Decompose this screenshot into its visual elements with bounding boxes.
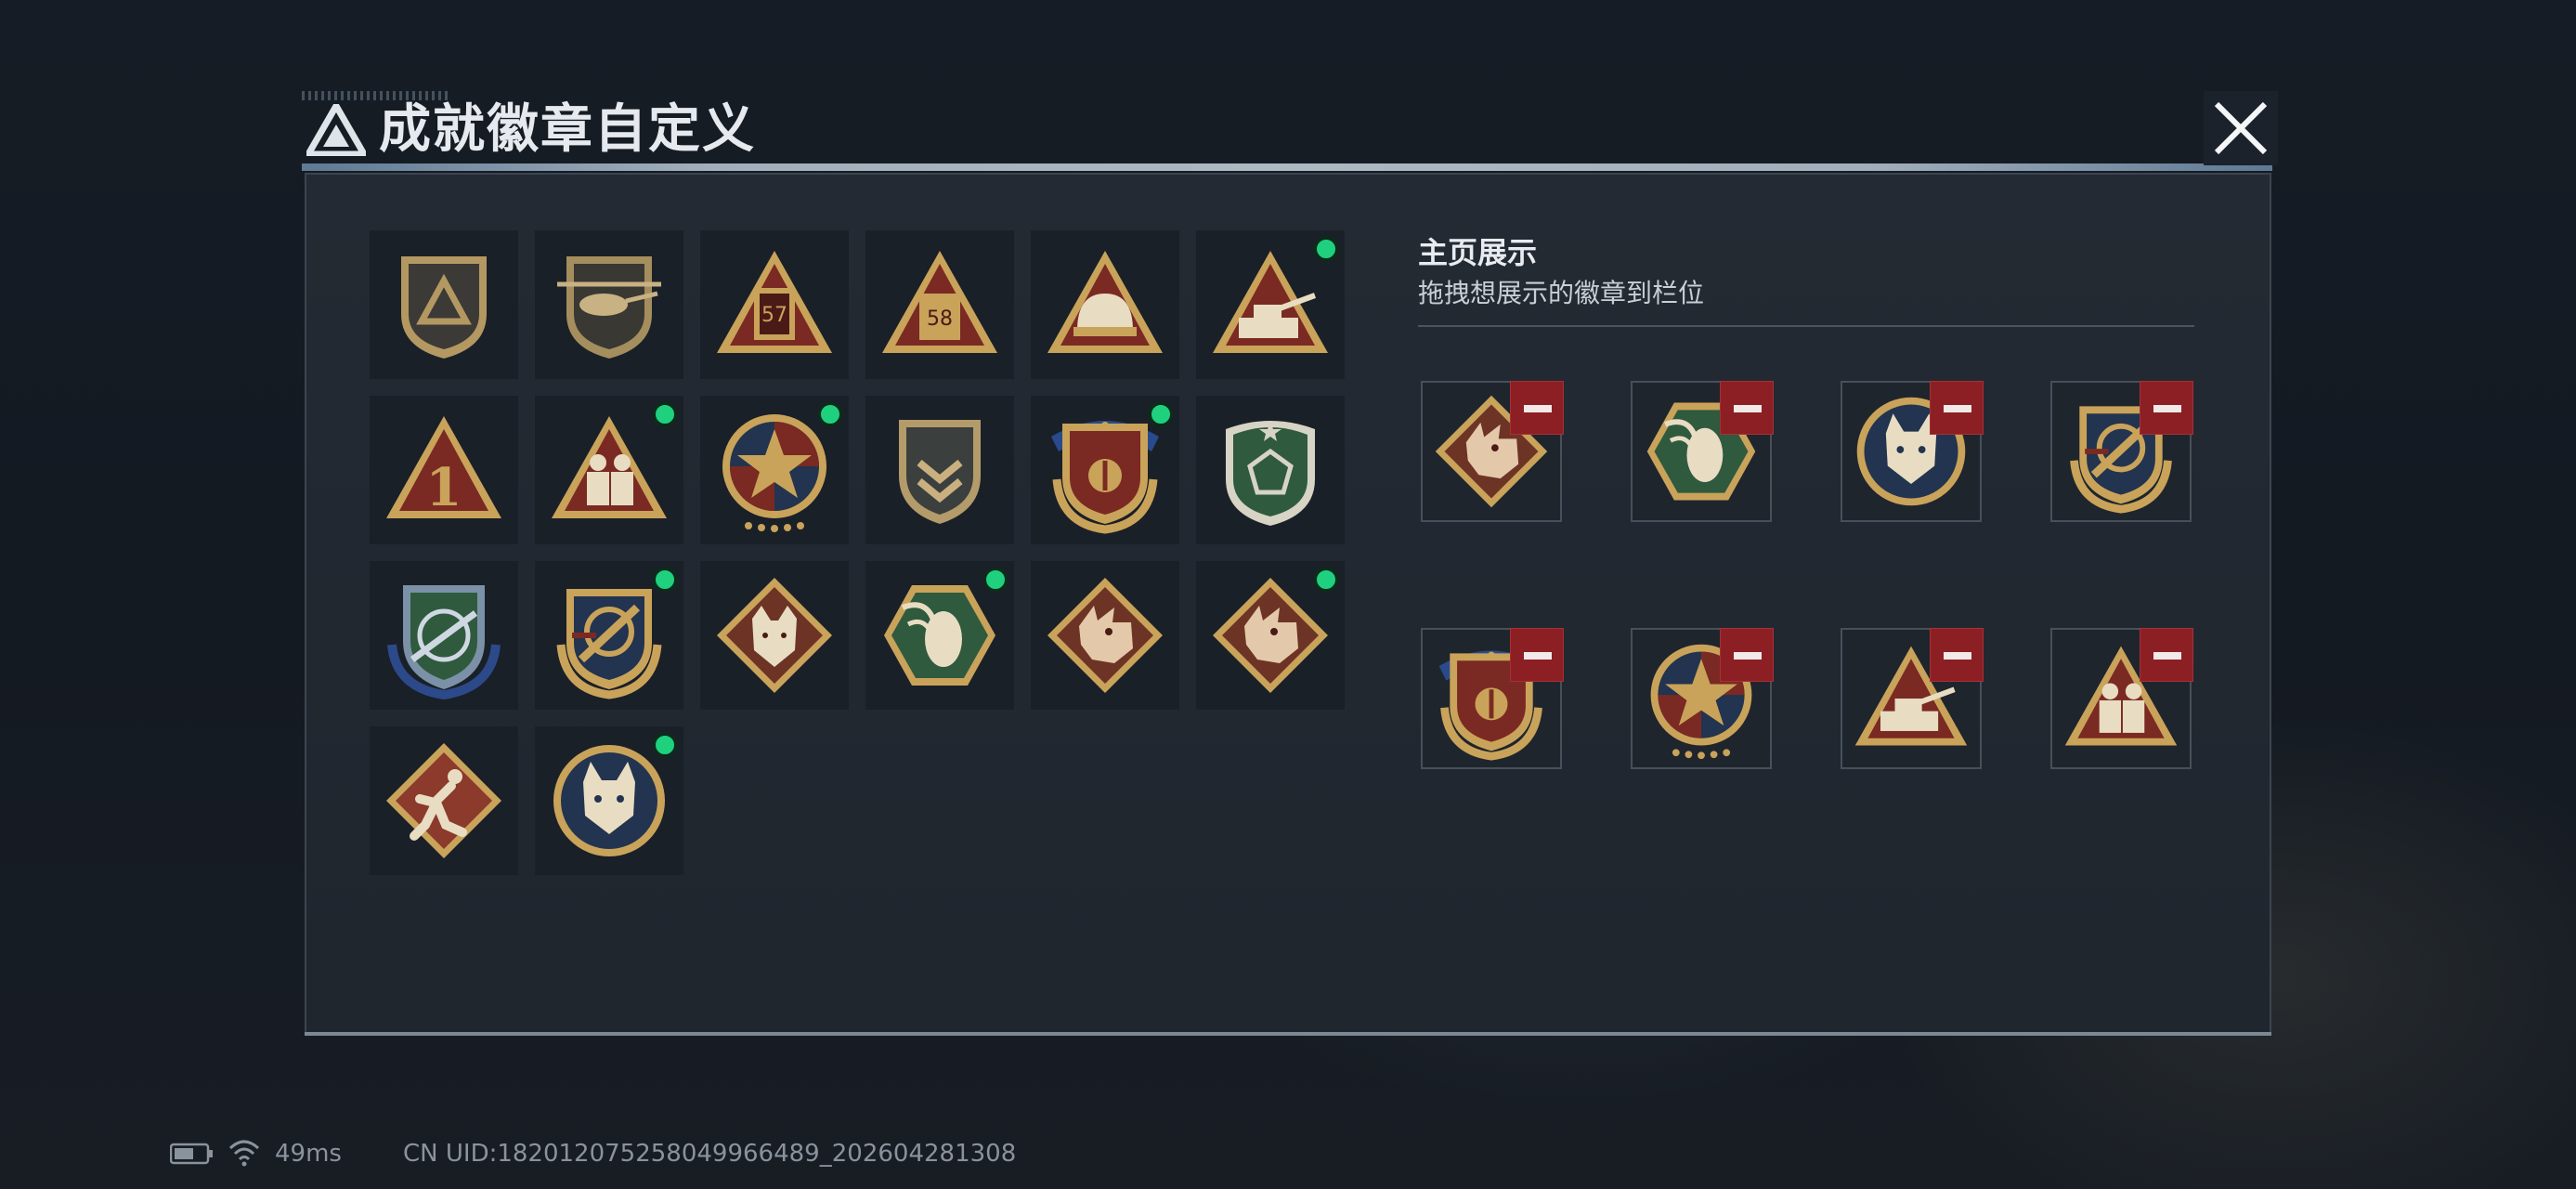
- close-icon: [2214, 101, 2268, 155]
- shield-triangle-badge-icon: [401, 256, 487, 359]
- runner-diamond-badge-icon: [386, 743, 501, 858]
- sniper-shield-badge-icon: [387, 585, 501, 700]
- remove-badge-button[interactable]: [1510, 381, 1564, 435]
- chevron-shield-badge-icon: [899, 420, 981, 524]
- battery-icon: [170, 1143, 213, 1165]
- new-badge-dot: [1148, 401, 1174, 427]
- header-underline: [302, 163, 2272, 171]
- star-medal-badge-icon: [722, 414, 826, 532]
- new-badge-dot: [652, 732, 678, 758]
- dragon-diamond-badge-icon: [1047, 578, 1163, 693]
- helmet-triangle-badge-icon: [1047, 251, 1163, 353]
- badge-tile[interactable]: 58: [865, 230, 1014, 379]
- new-badge-dot: [652, 401, 678, 427]
- new-badge-dot: [982, 567, 1008, 593]
- wolf-diamond-badge-icon: [717, 578, 832, 693]
- badge-tile[interactable]: [1031, 561, 1179, 710]
- badge-tile[interactable]: [865, 396, 1014, 544]
- remove-badge-button[interactable]: [2140, 628, 2193, 682]
- showcase-subtitle: 拖拽想展示的徽章到栏位: [1418, 278, 1705, 308]
- lynx-circle-badge-icon: [553, 745, 665, 856]
- svg-text:1: 1: [426, 457, 462, 518]
- badge-tile[interactable]: 57: [700, 230, 849, 379]
- badge-tile[interactable]: [700, 561, 849, 710]
- page-title: 成就徽章自定义: [379, 99, 756, 160]
- svg-text:58: 58: [927, 307, 953, 331]
- svg-text:57: 57: [761, 304, 787, 327]
- ping-text: 49ms: [275, 1140, 342, 1168]
- badge-tile[interactable]: [370, 561, 518, 710]
- wasp-hexagon-badge-icon: [884, 585, 995, 686]
- number-57-triangle-badge-icon: 57: [717, 251, 832, 353]
- remove-badge-button[interactable]: [1720, 628, 1774, 682]
- showcase-title: 主页展示: [1418, 235, 1538, 270]
- badge-tile[interactable]: [370, 726, 518, 875]
- rocket-laurel-shield-badge-icon: [556, 589, 662, 699]
- new-badge-dot: [652, 567, 678, 593]
- number-1-triangle-badge-icon: 1: [386, 416, 501, 518]
- remove-badge-button[interactable]: [1720, 381, 1774, 435]
- soldiers-triangle-badge-icon: [552, 416, 667, 518]
- badge-tile[interactable]: [535, 230, 683, 379]
- showcase-divider: [1418, 325, 2194, 327]
- new-badge-dot: [1313, 567, 1339, 593]
- remove-badge-button[interactable]: [1930, 628, 1984, 682]
- ribbon-shield-badge-icon: [1051, 421, 1159, 534]
- badge-tile[interactable]: [370, 230, 518, 379]
- new-badge-dot: [817, 401, 843, 427]
- badge-tile[interactable]: [1031, 230, 1179, 379]
- remove-badge-button[interactable]: [1930, 381, 1984, 435]
- badge-tile[interactable]: 1: [370, 396, 518, 544]
- green-gem-shield-badge-icon: [1226, 421, 1315, 526]
- uid-text: CN UID:182012075258049966489_20260428130…: [403, 1140, 1017, 1168]
- remove-badge-button[interactable]: [1510, 628, 1564, 682]
- remove-badge-button[interactable]: [2140, 381, 2193, 435]
- helicopter-shield-badge-icon: [557, 256, 661, 359]
- number-58-triangle-badge-icon: 58: [882, 251, 997, 353]
- badge-tile[interactable]: [1196, 396, 1345, 544]
- wifi-icon: [228, 1140, 260, 1167]
- tank-triangle-badge-icon: [1213, 251, 1328, 353]
- close-button[interactable]: [2204, 91, 2278, 165]
- new-badge-dot: [1313, 236, 1339, 262]
- panel-bottom-edge: [305, 1032, 2271, 1036]
- dragon-diamond-badge-2-icon: [1213, 578, 1328, 693]
- triangle-logo-icon: [306, 104, 366, 156]
